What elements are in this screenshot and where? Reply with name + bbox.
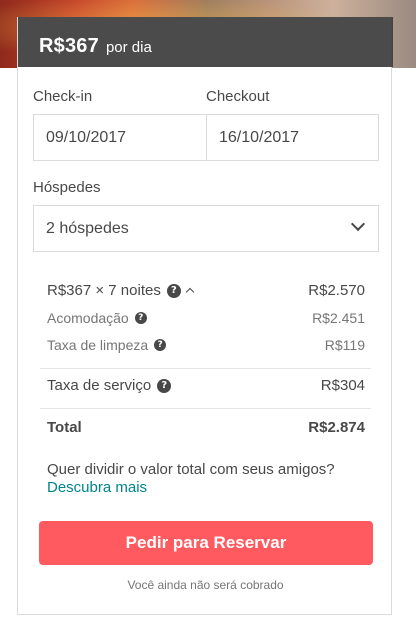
guests-selected-value: 2 hóspedes — [46, 220, 129, 237]
checkout-date-value: 16/10/2017 — [219, 129, 300, 146]
help-icon[interactable]: ? — [134, 312, 147, 324]
service-fee-label: Taxa de serviço — [47, 377, 152, 394]
divider — [40, 408, 371, 409]
guests-label: Hóspedes — [33, 179, 101, 196]
checkin-date-value: 09/10/2017 — [46, 129, 127, 146]
booking-card: R$367 por dia Check-in Checkout 09/10/20… — [17, 17, 393, 615]
cleaning-fee-label: Taxa de limpeza — [47, 337, 149, 353]
guests-select[interactable]: 2 hóspedes — [33, 205, 379, 252]
service-fee-value: R$304 — [320, 377, 365, 394]
lodging-label: Acomodação — [47, 310, 129, 326]
total-label: Total — [47, 419, 82, 436]
divider — [40, 368, 371, 369]
lodging-row: Acomodação ? R$2.451 — [47, 310, 365, 326]
chevron-up-icon[interactable] — [185, 287, 195, 297]
no-charge-note: Você ainda não será cobrado — [127, 578, 284, 592]
total-value: R$2.874 — [308, 419, 365, 436]
total-row: Total R$2.874 — [47, 419, 365, 436]
help-icon[interactable]: ? — [154, 339, 167, 351]
nights-row: R$367 × 7 noites ? R$2.570 — [47, 282, 365, 299]
request-to-book-button[interactable]: Pedir para Reservar — [39, 521, 373, 565]
cleaning-fee-value: R$119 — [324, 337, 365, 353]
nights-value: R$2.570 — [308, 282, 365, 299]
cleaning-fee-row: Taxa de limpeza ? R$119 — [47, 337, 365, 353]
help-icon[interactable]: ? — [166, 283, 181, 298]
service-fee-row: Taxa de serviço ? R$304 — [47, 377, 365, 394]
nights-label: R$367 × 7 noites — [47, 282, 161, 299]
split-cost-question: Quer dividir o valor total com seus amig… — [47, 461, 335, 478]
nightly-price: R$367 — [39, 35, 99, 57]
learn-more-link[interactable]: Descubra mais — [47, 479, 147, 496]
per-night-label: por dia — [105, 39, 152, 56]
checkin-date-field[interactable]: 09/10/2017 — [33, 114, 207, 161]
checkout-label: Checkout — [206, 88, 270, 105]
lodging-value: R$2.451 — [312, 310, 365, 326]
checkout-date-field[interactable]: 16/10/2017 — [206, 114, 379, 161]
chevron-down-icon — [350, 216, 366, 232]
help-icon[interactable]: ? — [157, 378, 172, 393]
checkin-label: Check-in — [33, 88, 93, 105]
price-header: R$367 por dia — [18, 17, 393, 67]
